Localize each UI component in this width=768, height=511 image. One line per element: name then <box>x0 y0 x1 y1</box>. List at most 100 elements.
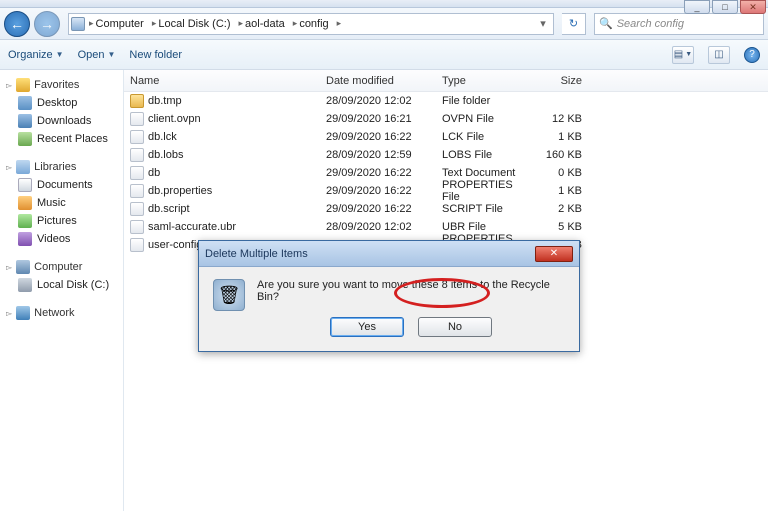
file-name: db.script <box>148 203 190 215</box>
sidebar-group-network[interactable]: ▻Network <box>0 304 123 322</box>
file-size: 5 KB <box>528 221 588 233</box>
search-icon: 🔍 <box>599 17 613 30</box>
file-date: 29/09/2020 16:22 <box>320 203 436 215</box>
sidebar-item-recent[interactable]: Recent Places <box>0 130 123 148</box>
column-headers: Name Date modified Type Size <box>124 70 768 92</box>
help-button[interactable]: ? <box>744 47 760 63</box>
column-date[interactable]: Date modified <box>320 75 436 87</box>
organize-button[interactable]: Organize▼ <box>8 49 64 61</box>
desktop-icon <box>18 96 32 110</box>
file-date: 29/09/2020 16:22 <box>320 185 436 197</box>
file-row[interactable]: db.lck 29/09/2020 16:22LCK File1 KB <box>124 128 768 146</box>
file-icon <box>130 238 144 252</box>
file-date: 28/09/2020 12:02 <box>320 221 436 233</box>
column-type[interactable]: Type <box>436 75 528 87</box>
pictures-icon <box>18 214 32 228</box>
file-type: UBR File <box>436 221 528 233</box>
file-name: saml-accurate.ubr <box>148 221 236 233</box>
file-size: 160 KB <box>528 149 588 161</box>
file-type: LCK File <box>436 131 528 143</box>
new-folder-button[interactable]: New folder <box>129 49 182 61</box>
file-date: 29/09/2020 16:22 <box>320 167 436 179</box>
file-date: 29/09/2020 16:22 <box>320 131 436 143</box>
computer-icon <box>71 17 85 31</box>
file-row[interactable]: client.ovpn29/09/2020 16:21OVPN File12 K… <box>124 110 768 128</box>
file-row[interactable]: db.tmp28/09/2020 12:02File folder <box>124 92 768 110</box>
sidebar-group-computer[interactable]: ▻Computer <box>0 258 123 276</box>
file-row[interactable]: db.script 29/09/2020 16:22SCRIPT File2 KB <box>124 200 768 218</box>
sidebar-group-libraries[interactable]: ▻Libraries <box>0 158 123 176</box>
dialog-title: Delete Multiple Items <box>205 248 535 260</box>
file-date: 29/09/2020 16:21 <box>320 113 436 125</box>
libraries-icon <box>16 160 30 174</box>
minimize-button[interactable]: _ <box>684 0 710 14</box>
file-name: client.ovpn <box>148 113 201 125</box>
sidebar-item-downloads[interactable]: Downloads <box>0 112 123 130</box>
file-icon <box>130 112 144 126</box>
file-icon <box>130 130 144 144</box>
search-input[interactable]: 🔍 Search config <box>594 13 764 35</box>
dialog-titlebar: Delete Multiple Items ✕ <box>199 241 579 267</box>
file-name: db.tmp <box>148 95 182 107</box>
column-name[interactable]: Name <box>124 75 320 87</box>
file-size: 1 KB <box>528 185 588 197</box>
column-size[interactable]: Size <box>528 75 588 87</box>
sidebar-item-documents[interactable]: Documents <box>0 176 123 194</box>
file-size: 2 KB <box>528 203 588 215</box>
sidebar-group-favorites[interactable]: ▻Favorites <box>0 76 123 94</box>
file-row[interactable]: db.properties29/09/2020 16:22PROPERTIES … <box>124 182 768 200</box>
file-size: 12 KB <box>528 113 588 125</box>
file-type: Text Document <box>436 167 528 179</box>
videos-icon <box>18 232 32 246</box>
favorites-icon <box>16 78 30 92</box>
file-icon <box>130 220 144 234</box>
file-type: SCRIPT File <box>436 203 528 215</box>
documents-icon <box>18 178 32 192</box>
file-type: PROPERTIES File <box>436 179 528 203</box>
open-button[interactable]: Open▼ <box>78 49 116 61</box>
sidebar-item-videos[interactable]: Videos <box>0 230 123 248</box>
folder-icon <box>130 94 144 108</box>
navigation-bar: ← → ▸Computer ▸Local Disk (C:) ▸aol-data… <box>0 8 768 40</box>
yes-button[interactable]: Yes <box>330 317 404 337</box>
preview-pane-button[interactable]: ◫ <box>708 46 730 64</box>
back-button[interactable]: ← <box>4 11 30 37</box>
recycle-bin-icon: 🗑 <box>213 279 245 311</box>
breadcrumb-seg[interactable]: config <box>299 18 328 30</box>
sidebar-item-music[interactable]: Music <box>0 194 123 212</box>
file-size: 1 KB <box>528 131 588 143</box>
file-name: db.lobs <box>148 149 183 161</box>
maximize-button[interactable]: □ <box>712 0 738 14</box>
breadcrumb-seg[interactable]: Local Disk (C:) <box>158 18 230 30</box>
window-close-button[interactable]: ✕ <box>740 0 766 14</box>
refresh-button[interactable]: ↻ <box>562 13 586 35</box>
file-icon <box>130 202 144 216</box>
file-date: 28/09/2020 12:02 <box>320 95 436 107</box>
forward-button[interactable]: → <box>34 11 60 37</box>
window-titlebar: _ □ ✕ <box>0 0 768 8</box>
disk-icon <box>18 278 32 292</box>
recent-icon <box>18 132 32 146</box>
downloads-icon <box>18 114 32 128</box>
dialog-close-button[interactable]: ✕ <box>535 246 573 262</box>
sidebar-item-pictures[interactable]: Pictures <box>0 212 123 230</box>
no-button[interactable]: No <box>418 317 492 337</box>
sidebar-item-localdisk[interactable]: Local Disk (C:) <box>0 276 123 294</box>
file-row[interactable]: db.lobs 28/09/2020 12:59LOBS File160 KB <box>124 146 768 164</box>
file-name: db.lck <box>148 131 177 143</box>
music-icon <box>18 196 32 210</box>
breadcrumb-seg[interactable]: aol-data <box>245 18 285 30</box>
search-placeholder: Search config <box>617 18 684 30</box>
file-name: db <box>148 167 160 179</box>
breadcrumb[interactable]: ▸Computer ▸Local Disk (C:) ▸aol-data ▸co… <box>68 13 554 35</box>
file-size: 0 KB <box>528 167 588 179</box>
sidebar: ▻Favorites Desktop Downloads Recent Plac… <box>0 70 124 511</box>
sidebar-item-desktop[interactable]: Desktop <box>0 94 123 112</box>
file-date: 28/09/2020 12:59 <box>320 149 436 161</box>
file-type: LOBS File <box>436 149 528 161</box>
view-options-button[interactable]: ▤▼ <box>672 46 694 64</box>
delete-confirmation-dialog: Delete Multiple Items ✕ 🗑 Are you sure y… <box>198 240 580 352</box>
breadcrumb-seg[interactable]: Computer <box>96 18 144 30</box>
dialog-message: Are you sure you want to move these 8 it… <box>257 279 565 303</box>
breadcrumb-dropdown[interactable]: ▾ <box>535 17 551 30</box>
